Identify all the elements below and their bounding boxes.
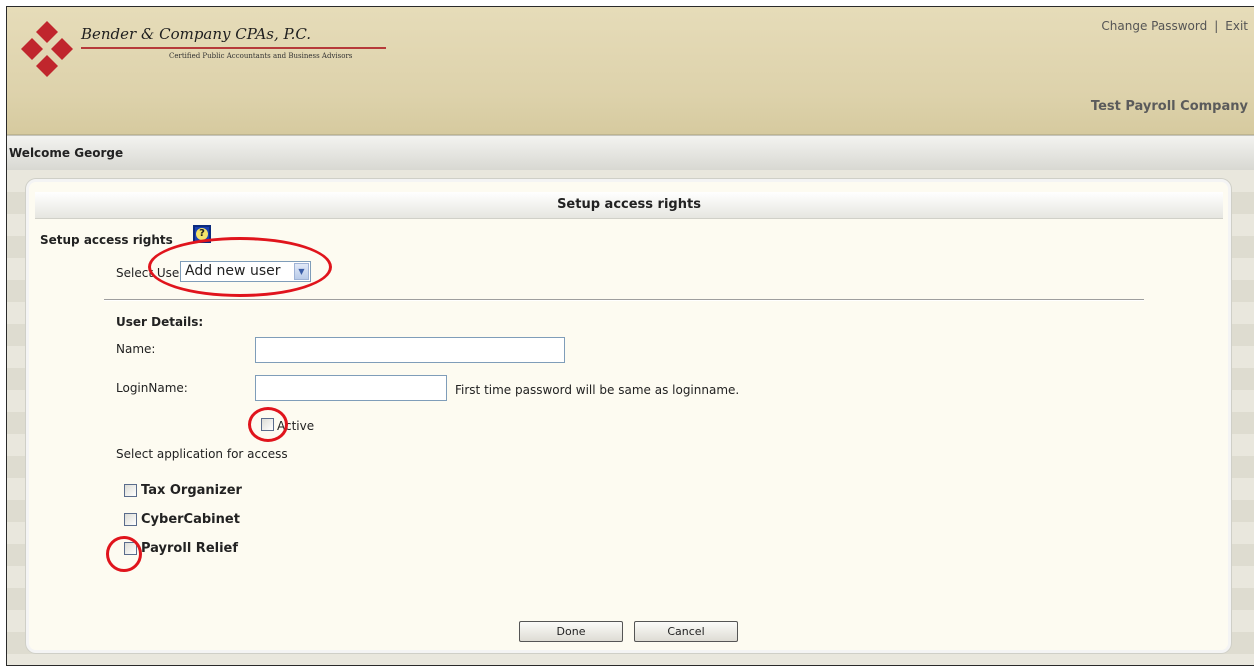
cancel-button[interactable]: Cancel (634, 621, 738, 642)
name-label: Name: (116, 342, 156, 356)
select-user-label: Select User: (116, 266, 189, 280)
select-user-dropdown[interactable]: Add new user ▼ (180, 261, 311, 282)
payroll-relief-checkbox[interactable] (124, 542, 137, 555)
active-label: Active (277, 419, 315, 433)
cybercabinet-label: CyberCabinet (141, 512, 240, 527)
user-details-heading: User Details: (116, 315, 204, 329)
site-header: Bender & Company CPAs, P.C. Certified Pu… (7, 7, 1254, 135)
change-password-link[interactable]: Change Password (1101, 19, 1207, 33)
firm-name-underline (81, 47, 386, 49)
cybercabinet-checkbox[interactable] (124, 513, 137, 526)
exit-link[interactable]: Exit (1225, 19, 1248, 33)
active-checkbox[interactable] (261, 418, 274, 431)
chevron-down-icon[interactable]: ▼ (294, 263, 309, 280)
welcome-text: Welcome George (9, 146, 124, 160)
payroll-relief-label: Payroll Relief (141, 541, 239, 556)
done-button[interactable]: Done (519, 621, 623, 642)
panel-title: Setup access rights (35, 192, 1223, 219)
firm-logo (21, 21, 73, 77)
firm-name: Bender & Company CPAs, P.C. (81, 25, 312, 43)
link-separator: | (1214, 19, 1219, 33)
apps-prompt: Select application for access (116, 447, 288, 461)
top-links: Change Password | Exit (1101, 19, 1248, 33)
welcome-bar: Welcome George (7, 135, 1254, 171)
login-hint: First time password will be same as logi… (455, 383, 740, 397)
help-question-icon[interactable]: ? (193, 225, 211, 243)
section-divider (104, 299, 1144, 301)
section-heading: Setup access rights (40, 233, 173, 247)
company-name: Test Payroll Company (1090, 99, 1248, 114)
login-name-field[interactable] (255, 375, 447, 401)
login-name-label: LoginName: (116, 381, 188, 395)
name-field[interactable] (255, 337, 565, 363)
access-rights-panel: Setup access rights Setup access rights … (26, 179, 1231, 653)
firm-tagline: Certified Public Accountants and Busines… (169, 52, 353, 60)
tax-organizer-checkbox[interactable] (124, 484, 137, 497)
tax-organizer-label: Tax Organizer (141, 483, 242, 498)
select-user-value: Add new user (185, 263, 281, 279)
